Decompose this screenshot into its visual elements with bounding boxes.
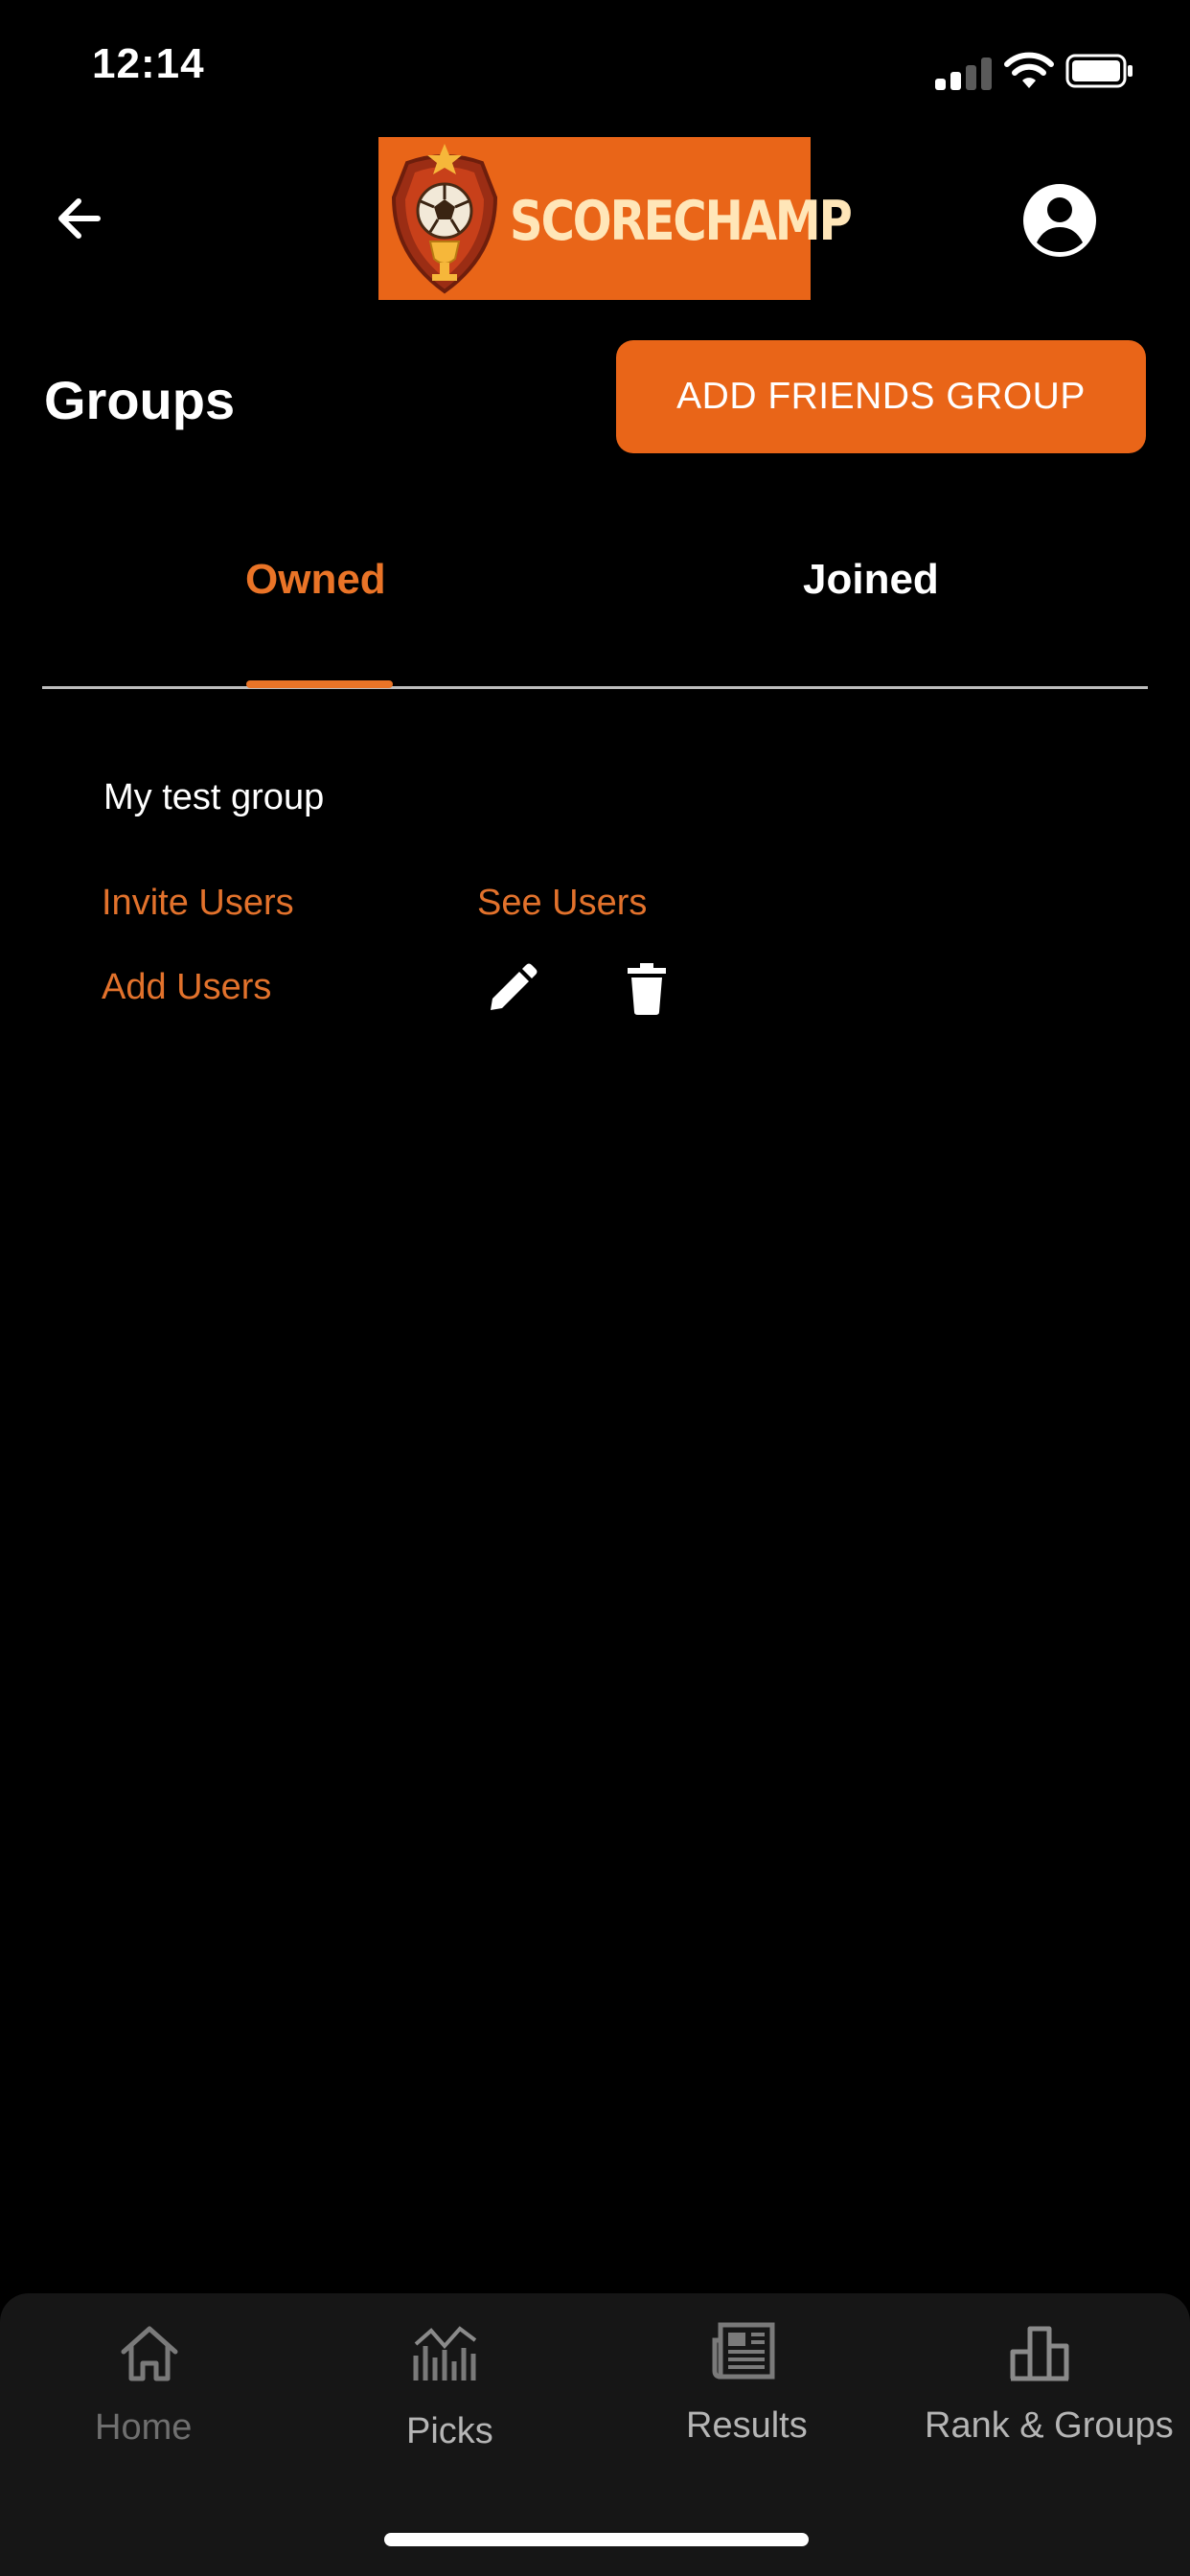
nav-label-results: Results (686, 2405, 808, 2446)
nav-item-results[interactable]: Results (648, 2310, 839, 2463)
app-logo: SCORECHAMP (378, 137, 853, 300)
logo-text: SCORECHAMP (510, 190, 853, 254)
add-users-link[interactable]: Add Users (102, 967, 271, 1008)
see-users-link[interactable]: See Users (477, 883, 647, 924)
active-tab-indicator (246, 680, 393, 688)
account-circle-icon[interactable] (1021, 182, 1098, 259)
page-title: Groups (44, 370, 236, 430)
nav-item-rank-groups[interactable]: Rank & Groups (915, 2310, 1174, 2463)
add-friends-group-button[interactable]: ADD FRIENDS GROUP (616, 340, 1146, 453)
edit-pencil-icon[interactable] (485, 962, 538, 1016)
trophy-shield-icon (391, 144, 498, 294)
nav-item-picks[interactable]: Picks (351, 2310, 542, 2463)
nav-label-home: Home (95, 2407, 193, 2448)
wifi-icon (1004, 52, 1054, 88)
tab-divider (42, 686, 1148, 689)
home-icon (121, 2326, 178, 2381)
nav-label-rank-groups: Rank & Groups (925, 2405, 1174, 2446)
bar-chart-icon (1010, 2326, 1069, 2381)
tab-joined[interactable]: Joined (803, 556, 939, 604)
newspaper-icon (712, 2322, 775, 2380)
tab-owned[interactable]: Owned (245, 556, 386, 604)
battery-icon (1065, 54, 1133, 88)
group-name: My test group (103, 777, 325, 817)
back-arrow-icon[interactable] (50, 188, 111, 249)
status-time: 12:14 (92, 40, 205, 87)
invite-users-link[interactable]: Invite Users (102, 883, 294, 924)
signal-icon (935, 58, 993, 90)
nav-item-home[interactable]: Home (54, 2310, 245, 2463)
trash-icon[interactable] (626, 962, 668, 1016)
home-indicator (384, 2533, 809, 2546)
nav-label-picks: Picks (406, 2411, 493, 2451)
chart-icon (413, 2326, 477, 2380)
